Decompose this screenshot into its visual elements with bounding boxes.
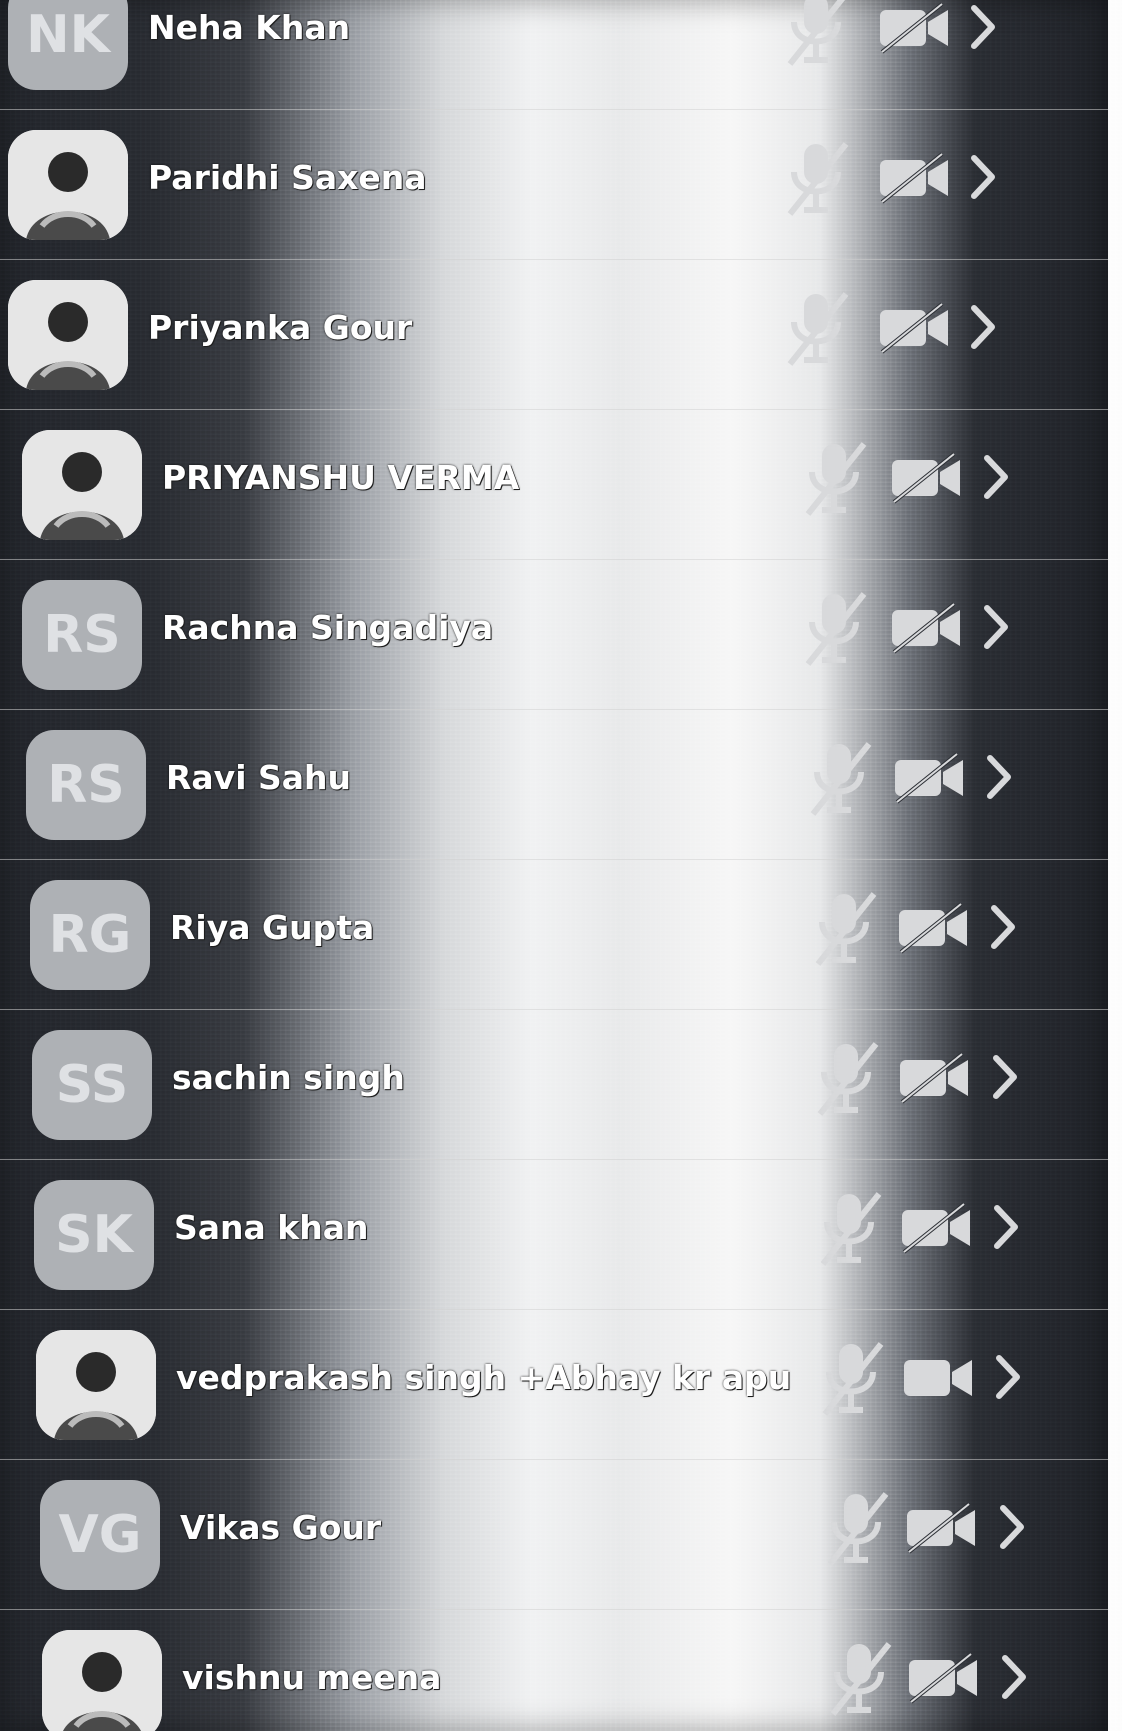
microphone-muted-icon[interactable] [782,138,852,218]
video-camera-off-icon[interactable] [903,1500,981,1556]
avatar-initials: SK [55,1205,133,1265]
video-camera-off-icon[interactable] [895,900,973,956]
participant-row[interactable]: RG Riya Gupta [0,860,1108,1010]
avatar-photo [36,1330,156,1440]
avatar [36,1330,156,1440]
avatar [22,430,142,540]
avatar: SS [32,1030,152,1140]
avatar-initials: SS [55,1055,129,1115]
participant-name: Riya Gupta [170,908,375,947]
chevron-right-icon[interactable] [968,154,998,200]
video-camera-icon[interactable] [900,1350,978,1406]
avatar-initials: VG [58,1505,142,1565]
participant-name: vedprakash singh +Abhay kr apu [176,1358,792,1397]
participant-row[interactable]: VG Vikas Gour [0,1460,1108,1610]
chevron-right-icon[interactable] [968,4,998,50]
participant-name: sachin singh [172,1058,405,1097]
avatar: SK [34,1180,154,1290]
avatar-photo [22,430,142,540]
chevron-right-icon[interactable] [997,1504,1027,1550]
chevron-right-icon[interactable] [999,1654,1029,1700]
microphone-muted-icon[interactable] [805,738,875,818]
participant-row[interactable]: vishnu meena [0,1610,1108,1731]
chevron-right-icon[interactable] [968,304,998,350]
video-camera-off-icon[interactable] [888,450,966,506]
microphone-muted-icon[interactable] [800,588,870,668]
participant-name: Neha Khan [148,8,351,47]
avatar-photo [8,280,128,390]
microphone-muted-icon[interactable] [812,1038,882,1118]
microphone-muted-icon[interactable] [800,438,870,518]
avatar: RG [30,880,150,990]
avatar-initials: NK [26,5,110,65]
avatar: NK [8,0,128,90]
chevron-right-icon[interactable] [981,454,1011,500]
participant-row[interactable]: SS sachin singh [0,1010,1108,1160]
participant-row[interactable]: NK Neha Khan [0,0,1108,110]
avatar-photo [42,1630,162,1731]
microphone-muted-icon[interactable] [822,1488,892,1568]
participant-name: Paridhi Saxena [148,158,427,197]
video-camera-off-icon[interactable] [888,600,966,656]
video-camera-off-icon[interactable] [898,1200,976,1256]
avatar-initials: RG [48,905,132,965]
avatar [42,1630,162,1731]
avatar: RS [22,580,142,690]
chevron-right-icon[interactable] [984,754,1014,800]
participant-row[interactable]: PRIYANSHU VERMA [0,410,1108,560]
avatar-initials: RS [43,605,121,665]
avatar-initials: RS [47,755,125,815]
chevron-right-icon[interactable] [981,604,1011,650]
video-camera-off-icon[interactable] [876,0,954,56]
chevron-right-icon[interactable] [991,1204,1021,1250]
participant-name: Vikas Gour [180,1508,382,1547]
chevron-right-icon[interactable] [988,904,1018,950]
chevron-right-icon[interactable] [993,1354,1023,1400]
video-camera-off-icon[interactable] [876,300,954,356]
participant-name: Rachna Singadiya [162,608,494,647]
participant-row[interactable]: RS Ravi Sahu [0,710,1108,860]
microphone-muted-icon[interactable] [810,888,880,968]
microphone-muted-icon[interactable] [817,1338,887,1418]
microphone-muted-icon[interactable] [825,1638,895,1718]
avatar-photo [8,130,128,240]
chevron-right-icon[interactable] [990,1054,1020,1100]
participant-row[interactable]: RS Rachna Singadiya [0,560,1108,710]
participant-name: Ravi Sahu [166,758,352,797]
avatar: RS [26,730,146,840]
participant-name: Priyanka Gour [148,308,413,347]
avatar [8,280,128,390]
participant-row[interactable]: Priyanka Gour [0,260,1108,410]
video-camera-off-icon[interactable] [896,1050,974,1106]
participant-name: vishnu meena [182,1658,442,1697]
video-camera-off-icon[interactable] [905,1650,983,1706]
participants-screen: NK Neha Khan Paridhi Saxena Priyanka Gour PR… [0,0,1122,1731]
microphone-muted-icon[interactable] [782,0,852,68]
participant-row[interactable]: vedprakash singh +Abhay kr apu [0,1310,1108,1460]
participant-name: PRIYANSHU VERMA [162,458,520,497]
avatar [8,130,128,240]
microphone-muted-icon[interactable] [782,288,852,368]
video-camera-off-icon[interactable] [891,750,969,806]
avatar: VG [40,1480,160,1590]
participant-row[interactable]: Paridhi Saxena [0,110,1108,260]
participant-list: NK Neha Khan Paridhi Saxena Priyanka Gour PR… [0,0,1108,1731]
microphone-muted-icon[interactable] [815,1188,885,1268]
video-camera-off-icon[interactable] [876,150,954,206]
participant-name: Sana khan [174,1208,369,1247]
participant-row[interactable]: SK Sana khan [0,1160,1108,1310]
